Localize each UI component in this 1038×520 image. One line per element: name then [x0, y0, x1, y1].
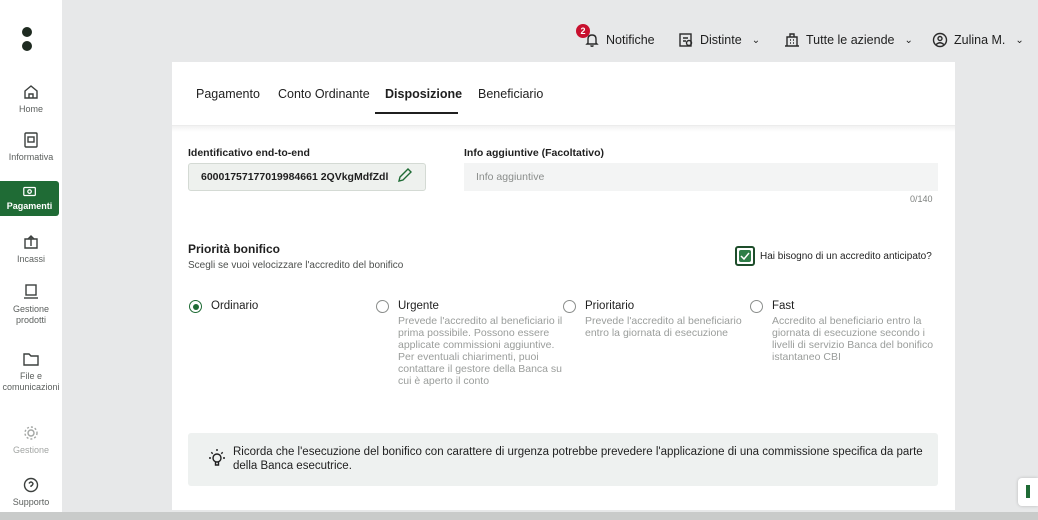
- sidebar-item-file-comunicazioni[interactable]: File e comunicazioni: [0, 350, 62, 393]
- companies-label: Tutte le aziende: [806, 33, 895, 47]
- tab-conto-ordinante[interactable]: Conto Ordinante: [278, 87, 370, 101]
- priority-subtitle: Scegli se vuoi velocizzare l'accredito d…: [188, 260, 404, 271]
- user-icon: [932, 32, 948, 48]
- active-tab-indicator: [375, 112, 458, 114]
- radio-fast[interactable]: [750, 300, 763, 313]
- support-icon: [23, 477, 39, 493]
- option-description: Accredito al beneficiario entro la giorn…: [772, 315, 934, 363]
- notice-text: Ricorda che l'esecuzione del bonifico co…: [233, 446, 923, 472]
- tab-pagamento[interactable]: Pagamento: [196, 87, 260, 101]
- notifications-label: Notifiche: [606, 33, 655, 47]
- top-bar: 2 Notifiche Distinte ⌄ Tutte le aziende …: [62, 20, 1038, 60]
- sidebar-item-label: Gestione: [12, 445, 50, 455]
- distinte-icon: [679, 33, 693, 47]
- user-label: Zulina M.: [954, 33, 1006, 47]
- char-counter: 0/140: [910, 194, 933, 204]
- home-icon: [24, 85, 38, 99]
- sidebar-item-label: Pagamenti: [6, 201, 53, 211]
- sidebar-item-incassi[interactable]: Incassi: [0, 233, 62, 264]
- priority-title: Priorità bonifico: [188, 242, 281, 256]
- tab-bar: Pagamento Conto Ordinante Disposizione B…: [172, 62, 955, 126]
- radio-urgente[interactable]: [376, 300, 389, 313]
- payment-form-card: Pagamento Conto Ordinante Disposizione B…: [172, 62, 955, 510]
- chevron-down-icon: ⌄: [1015, 34, 1024, 46]
- option-title: Ordinario: [211, 300, 259, 312]
- sidebar-item-label: Home: [18, 104, 43, 114]
- user-menu[interactable]: Zulina M. ⌄: [932, 32, 1024, 48]
- option-title: Prioritario: [585, 300, 635, 312]
- gear-icon: [24, 426, 38, 440]
- option-description: Prevede l'accredito al beneficiario entr…: [585, 315, 742, 339]
- sidebar-item-gestione[interactable]: Gestione: [0, 424, 62, 455]
- option-title: Urgente: [398, 300, 439, 312]
- products-icon: [24, 284, 38, 299]
- building-icon: [785, 33, 799, 47]
- sidebar-item-supporto[interactable]: Supporto: [0, 476, 62, 507]
- e2e-label: Identificativo end-to-end: [188, 147, 310, 159]
- sidebar-item-informativa[interactable]: Informativa: [0, 131, 62, 162]
- sidebar-item-pagamenti[interactable]: Pagamenti: [0, 181, 59, 216]
- document-icon: [24, 132, 38, 148]
- notifications-badge: 2: [576, 24, 590, 38]
- sidebar: Home Informativa Pagamenti Incassi Gesti…: [0, 0, 62, 520]
- tab-beneficiario[interactable]: Beneficiario: [478, 87, 543, 101]
- sidebar-item-gestione-prodotti[interactable]: Gestione prodotti: [0, 283, 62, 326]
- info-label: Info aggiuntive (Facoltativo): [464, 147, 605, 159]
- chevron-down-icon: ⌄: [751, 34, 761, 46]
- divider: [172, 126, 955, 132]
- sidebar-item-label: Incassi: [16, 254, 45, 264]
- companies-menu[interactable]: Tutte le aziende ⌄: [784, 32, 913, 48]
- tab-disposizione[interactable]: Disposizione: [385, 87, 462, 101]
- lightbulb-icon: [209, 449, 225, 466]
- distinte-label: Distinte: [700, 33, 742, 47]
- sidebar-item-label: File e comunicazioni: [2, 371, 60, 392]
- sidebar-item-label: Gestione prodotti: [12, 304, 50, 325]
- distinte-menu[interactable]: Distinte ⌄: [678, 32, 760, 48]
- radio-ordinario[interactable]: [189, 300, 202, 313]
- chevron-down-icon: ⌄: [904, 34, 913, 46]
- urgency-notice: Ricorda che l'esecuzione del bonifico co…: [188, 433, 938, 486]
- horizontal-scrollbar[interactable]: [0, 512, 1038, 520]
- option-description: Prevede l'accredito al beneficiario il p…: [398, 315, 563, 387]
- info-aggiuntive-input[interactable]: [464, 163, 938, 191]
- sidebar-item-label: Supporto: [12, 497, 50, 507]
- option-title: Fast: [772, 300, 795, 312]
- folder-icon: [23, 353, 39, 366]
- payments-icon: [22, 186, 36, 197]
- pencil-icon[interactable]: [396, 166, 414, 184]
- help-tab[interactable]: [1018, 478, 1038, 506]
- sidebar-item-label: Informativa: [8, 152, 54, 162]
- sidebar-item-home[interactable]: Home: [0, 83, 62, 114]
- notifications-button[interactable]: 2 Notifiche: [576, 24, 655, 48]
- radio-prioritario[interactable]: [563, 300, 576, 313]
- early-credit-label: Hai bisogno di un accredito anticipato?: [760, 251, 932, 262]
- early-credit-checkbox[interactable]: [735, 246, 755, 266]
- incassi-icon: [24, 235, 38, 249]
- e2e-value: 60001757177019984661 2QVkgMdfZdl: [188, 163, 426, 191]
- app-logo[interactable]: [22, 27, 32, 55]
- check-icon: [740, 252, 750, 260]
